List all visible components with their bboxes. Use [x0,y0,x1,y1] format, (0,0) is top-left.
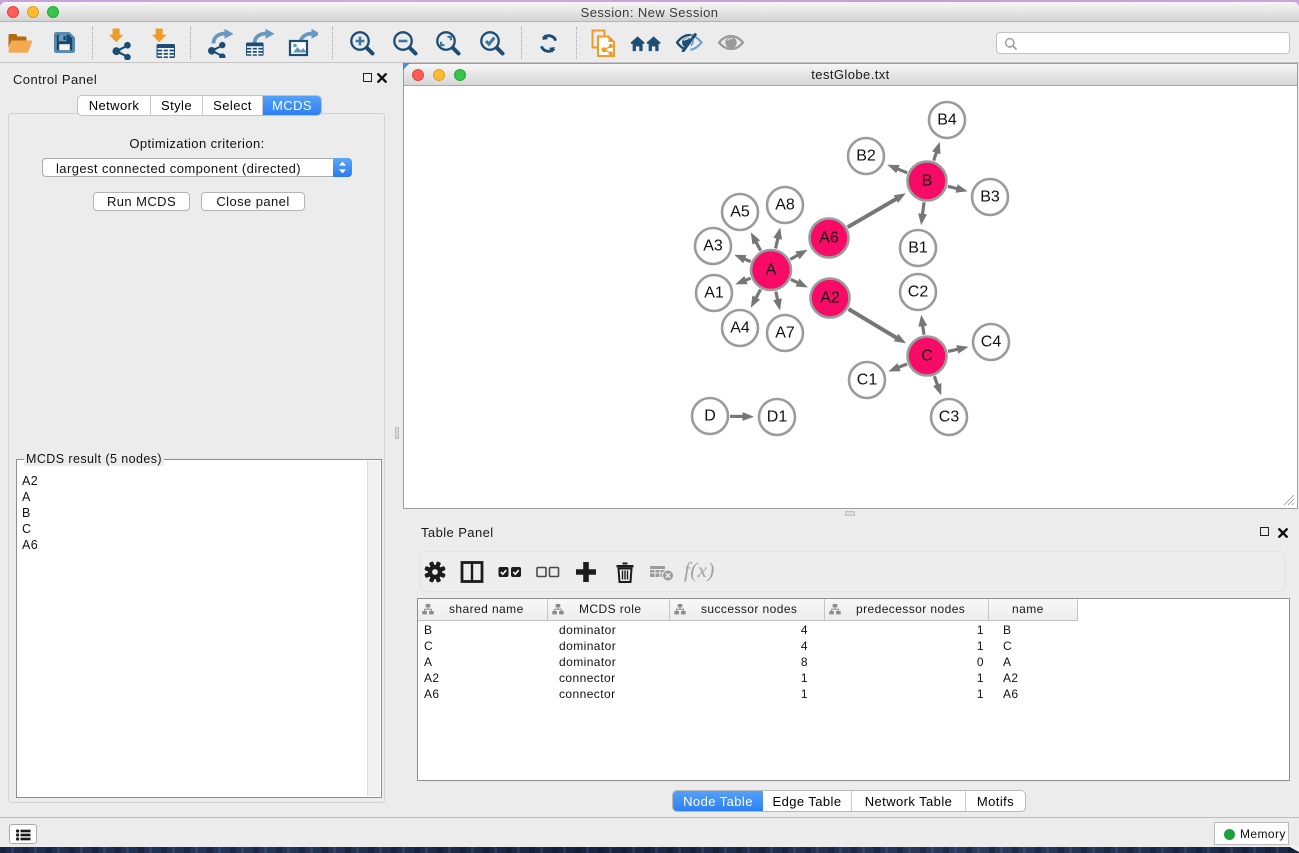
svg-text:A1: A1 [704,285,724,302]
svg-text:B3: B3 [980,189,1000,206]
svg-text:A2: A2 [820,290,840,307]
svg-text:B2: B2 [856,148,876,165]
svg-text:B: B [922,173,933,190]
svg-text:A7: A7 [775,325,795,342]
svg-text:D: D [704,408,716,425]
svg-text:C2: C2 [908,284,929,301]
svg-text:A5: A5 [730,204,750,221]
svg-text:A: A [766,262,777,279]
svg-text:D1: D1 [767,409,788,426]
svg-text:C3: C3 [939,409,960,426]
svg-text:C1: C1 [857,372,878,389]
svg-text:C: C [921,348,933,365]
svg-text:A4: A4 [730,320,750,337]
svg-text:A6: A6 [819,230,839,247]
svg-text:B4: B4 [937,112,957,129]
svg-text:A8: A8 [775,197,795,214]
svg-text:A3: A3 [703,238,723,255]
svg-text:B1: B1 [908,240,928,257]
svg-text:C4: C4 [981,334,1002,351]
